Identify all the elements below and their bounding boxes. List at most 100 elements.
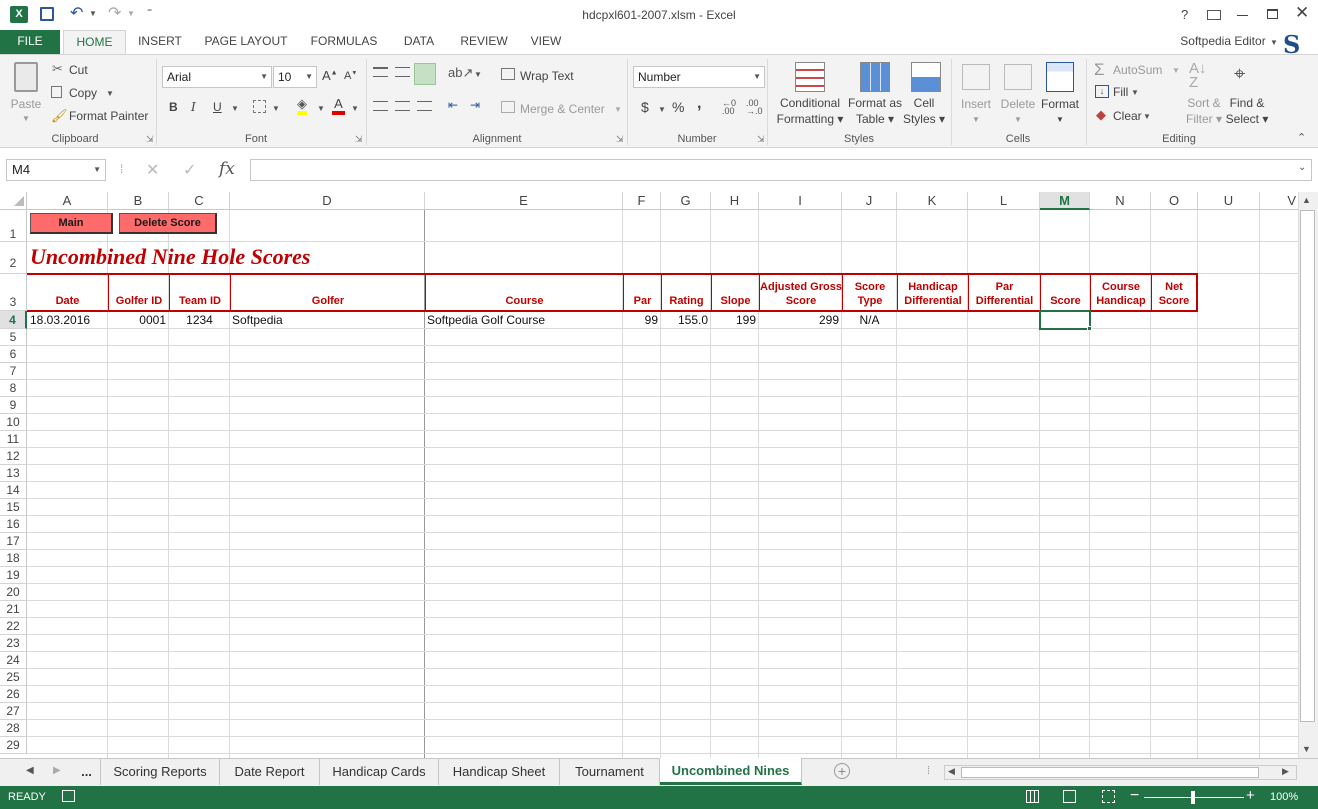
copy-button[interactable]: Copy (69, 86, 97, 100)
normal-view-icon[interactable] (1026, 790, 1039, 803)
font-size-combo[interactable]: 10 ▼ (273, 66, 317, 88)
cell-j4-score-type[interactable]: N/A (842, 311, 897, 329)
sort-filter-icon[interactable]: A↓ Z (1189, 61, 1207, 90)
row-header-27[interactable]: 27 (0, 703, 27, 720)
row-header-21[interactable]: 21 (0, 601, 27, 618)
column-header-n[interactable]: N (1090, 192, 1151, 210)
font-color-dropdown-icon[interactable]: ▼ (351, 104, 359, 113)
column-header-m[interactable]: M (1040, 192, 1090, 210)
column-header-c[interactable]: C (169, 192, 230, 210)
column-header-j[interactable]: J (842, 192, 897, 210)
zoom-slider-thumb[interactable] (1191, 791, 1195, 804)
tab-scroll-right-icon[interactable]: ▶ (53, 765, 61, 776)
number-format-combo[interactable]: Number ▼ (633, 66, 765, 88)
cut-icon[interactable]: ✂ (52, 61, 63, 77)
row-header-15[interactable]: 15 (0, 499, 27, 516)
clear-dropdown-icon[interactable]: ▼ (1143, 112, 1151, 121)
align-right-icon[interactable] (417, 101, 432, 111)
underline-dropdown-icon[interactable]: ▼ (231, 104, 239, 113)
cancel-entry-icon[interactable]: ✕ (146, 160, 159, 180)
tab-home[interactable]: HOME (63, 30, 126, 55)
font-size-dropdown-icon[interactable]: ▼ (305, 67, 313, 87)
account-dropdown-icon[interactable]: ▼ (1270, 38, 1278, 47)
column-header-a[interactable]: A (27, 192, 108, 210)
row-header-2[interactable]: 2 (0, 242, 27, 274)
zoom-in-icon[interactable]: + (1246, 787, 1255, 804)
main-button[interactable]: Main (30, 213, 113, 234)
tab-view[interactable]: VIEW (524, 30, 568, 54)
italic-button[interactable]: I (191, 100, 196, 114)
underline-button[interactable]: U (213, 100, 222, 114)
merge-dropdown-icon[interactable]: ▼ (614, 105, 622, 114)
column-header-e[interactable]: E (425, 192, 623, 210)
sheet-tab-handicap-cards[interactable]: Handicap Cards (320, 759, 439, 785)
decrease-decimal-icon[interactable]: .00 →.0 (746, 99, 763, 116)
help-icon[interactable]: ? (1181, 7, 1188, 22)
align-left-icon[interactable] (373, 101, 388, 111)
row-header-17[interactable]: 17 (0, 533, 27, 550)
increase-indent-icon[interactable]: ⇥ (470, 98, 480, 112)
column-header-b[interactable]: B (108, 192, 169, 210)
alignment-launcher-icon[interactable]: ⇲ (616, 134, 624, 145)
currency-dropdown-icon[interactable]: ▼ (658, 105, 666, 114)
autosum-dropdown-icon[interactable]: ▼ (1172, 66, 1180, 75)
align-bottom-icon[interactable] (414, 63, 436, 85)
maximize-icon[interactable] (1267, 9, 1278, 19)
find-select-button[interactable]: Find & Select ▾ (1225, 95, 1269, 127)
conditional-formatting-button[interactable]: Conditional Formatting ▾ (772, 95, 848, 127)
wrap-text-button[interactable]: Wrap Text (520, 69, 574, 83)
cell-a4-date[interactable]: 18.03.2016 (30, 311, 90, 329)
comma-button[interactable]: , (697, 95, 701, 113)
borders-icon[interactable] (253, 100, 266, 113)
sheet-tab-date-report[interactable]: Date Report (220, 759, 320, 785)
row-header-4[interactable]: 4 (0, 311, 27, 329)
align-middle-icon[interactable] (395, 67, 410, 77)
h-scroll-right-icon[interactable]: ▶ (1282, 766, 1289, 777)
row-header-12[interactable]: 12 (0, 448, 27, 465)
increase-decimal-icon[interactable]: ←0.00 (722, 99, 736, 116)
page-break-view-icon[interactable] (1102, 790, 1115, 803)
close-icon[interactable]: ✕ (1295, 3, 1309, 23)
row-header-7[interactable]: 7 (0, 363, 27, 380)
sort-filter-button[interactable]: Sort & Filter ▾ (1182, 95, 1226, 127)
fill-handle[interactable] (1087, 326, 1092, 331)
cell-c4-team-id[interactable]: 1234 (169, 311, 230, 329)
increase-font-icon[interactable]: A▲ (322, 68, 338, 83)
tab-file[interactable]: FILE (0, 30, 60, 54)
new-sheet-icon[interactable]: + (834, 763, 850, 779)
format-dropdown-icon[interactable]: ▼ (1038, 112, 1082, 128)
column-header-u[interactable]: U (1198, 192, 1260, 210)
fill-button[interactable]: Fill (1113, 85, 1128, 99)
autosum-icon[interactable]: Σ (1094, 60, 1105, 80)
row-header-16[interactable]: 16 (0, 516, 27, 533)
cell-styles-icon[interactable] (911, 62, 941, 92)
column-header-g[interactable]: G (661, 192, 711, 210)
column-header-l[interactable]: L (968, 192, 1040, 210)
cell-h4-slope[interactable]: 199 (711, 311, 756, 329)
row-header-20[interactable]: 20 (0, 584, 27, 601)
tab-insert[interactable]: INSERT (130, 30, 190, 54)
orientation-dropdown-icon[interactable]: ▼ (474, 70, 482, 79)
cell-i4-adjusted-gross-score[interactable]: 299 (759, 311, 839, 329)
clear-button[interactable]: Clear (1113, 109, 1142, 123)
fill-dropdown-icon[interactable]: ▼ (1131, 88, 1139, 97)
format-as-table-icon[interactable] (860, 62, 890, 92)
horizontal-scroll-thumb[interactable] (961, 767, 1259, 778)
merge-center-button[interactable]: Merge & Center (520, 102, 605, 116)
row-header-9[interactable]: 9 (0, 397, 27, 414)
column-header-v[interactable]: V (1260, 192, 1298, 210)
number-format-dropdown-icon[interactable]: ▼ (753, 67, 761, 87)
row-header-22[interactable]: 22 (0, 618, 27, 635)
scroll-down-icon[interactable]: ▼ (1302, 744, 1311, 754)
tab-split-grip-icon[interactable]: ⁞ (927, 765, 930, 777)
row-header-13[interactable]: 13 (0, 465, 27, 482)
row-header-8[interactable]: 8 (0, 380, 27, 397)
row-header-19[interactable]: 19 (0, 567, 27, 584)
column-header-h[interactable]: H (711, 192, 759, 210)
sheet-tab-handicap-sheet[interactable]: Handicap Sheet (439, 759, 560, 785)
row-header-10[interactable]: 10 (0, 414, 27, 431)
h-scroll-left-icon[interactable]: ◀ (948, 766, 955, 777)
tab-page-layout[interactable]: PAGE LAYOUT (197, 30, 295, 54)
insert-dropdown-icon[interactable]: ▼ (955, 112, 997, 128)
tab-data[interactable]: DATA (396, 30, 442, 54)
